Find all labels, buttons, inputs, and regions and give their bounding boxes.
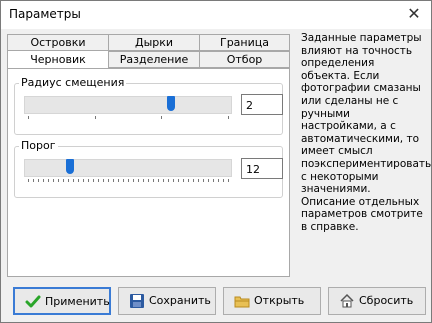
tab-selection[interactable]: Отбор bbox=[199, 51, 290, 68]
tab-holes[interactable]: Дырки bbox=[108, 34, 200, 51]
threshold-slider-track[interactable] bbox=[24, 159, 232, 177]
slider-tick bbox=[53, 179, 54, 182]
slider-tick bbox=[98, 179, 99, 182]
slider-tick bbox=[228, 179, 229, 182]
open-label: Открыть bbox=[254, 294, 305, 307]
slider-tick bbox=[168, 179, 169, 182]
save-button[interactable]: Сохранить bbox=[118, 287, 216, 315]
slider-tick bbox=[63, 179, 64, 182]
tab-separation[interactable]: Разделение bbox=[108, 51, 200, 68]
slider-tick bbox=[198, 179, 199, 182]
threshold-value-field[interactable]: 12 bbox=[241, 158, 283, 179]
slider-tick bbox=[133, 179, 134, 182]
slider-tick bbox=[218, 179, 219, 182]
threshold-slider-ticks bbox=[28, 179, 229, 183]
slider-tick bbox=[58, 179, 59, 182]
slider-tick bbox=[188, 179, 189, 182]
slider-tick bbox=[28, 179, 29, 182]
slider-tick bbox=[203, 179, 204, 182]
apply-label: Применить bbox=[45, 295, 110, 308]
slider-tick bbox=[48, 179, 49, 182]
slider-tick bbox=[161, 116, 163, 119]
tab-islands[interactable]: Островки bbox=[7, 34, 109, 51]
folder-icon bbox=[234, 296, 250, 308]
radius-slider-track[interactable] bbox=[24, 96, 232, 114]
slider-tick bbox=[138, 179, 139, 182]
apply-button[interactable]: Применить bbox=[13, 287, 111, 315]
slider-tick bbox=[88, 179, 89, 182]
slider-tick bbox=[178, 179, 179, 182]
slider-tick bbox=[208, 179, 209, 182]
slider-tick bbox=[38, 179, 39, 182]
title-bar: Параметры ✕ bbox=[1, 1, 431, 29]
slider-tick bbox=[228, 116, 229, 119]
threshold-slider-thumb[interactable] bbox=[66, 159, 74, 174]
settings-dialog: Параметры ✕ Островки Дырки Граница Черно… bbox=[0, 0, 432, 323]
slider-tick bbox=[108, 179, 109, 182]
tab-draft[interactable]: Черновик bbox=[7, 50, 109, 69]
home-icon bbox=[340, 293, 354, 308]
close-icon[interactable]: ✕ bbox=[403, 3, 425, 25]
slider-tick bbox=[94, 116, 96, 119]
slider-tick bbox=[223, 179, 224, 182]
slider-tick bbox=[113, 179, 114, 182]
radius-slider-ticks bbox=[28, 116, 229, 120]
description-text: Заданные параметры влияют на точность оп… bbox=[301, 32, 432, 233]
slider-tick bbox=[163, 179, 164, 182]
slider-tick bbox=[153, 179, 154, 182]
slider-tick bbox=[193, 179, 194, 182]
threshold-label: Порог bbox=[19, 139, 58, 152]
tab-strip: Островки Дырки Граница Черновик Разделен… bbox=[7, 34, 290, 69]
slider-tick bbox=[143, 179, 144, 182]
slider-tick bbox=[123, 179, 124, 182]
slider-tick bbox=[213, 179, 214, 182]
save-label: Сохранить bbox=[149, 294, 211, 307]
slider-tick bbox=[83, 179, 84, 182]
radius-label: Радиус смещения bbox=[19, 76, 127, 89]
radius-slider-thumb[interactable] bbox=[166, 96, 175, 111]
slider-tick bbox=[43, 179, 44, 182]
slider-tick bbox=[78, 179, 79, 182]
slider-tick bbox=[148, 179, 149, 182]
tab-border[interactable]: Граница bbox=[199, 34, 290, 51]
slider-tick bbox=[158, 179, 159, 182]
slider-tick bbox=[28, 116, 29, 119]
slider-tick bbox=[33, 179, 34, 182]
window-title: Параметры bbox=[9, 7, 81, 21]
slider-tick bbox=[183, 179, 184, 182]
open-button[interactable]: Открыть bbox=[223, 287, 321, 315]
slider-tick bbox=[68, 179, 69, 182]
floppy-icon bbox=[130, 294, 144, 308]
radius-value-field[interactable]: 2 bbox=[241, 94, 283, 115]
slider-tick bbox=[173, 179, 174, 182]
reset-button[interactable]: Сбросить bbox=[328, 287, 426, 315]
slider-tick bbox=[128, 179, 129, 182]
reset-label: Сбросить bbox=[359, 294, 414, 307]
slider-tick bbox=[103, 179, 104, 182]
checkmark-icon bbox=[25, 295, 41, 308]
slider-tick bbox=[118, 179, 119, 182]
slider-tick bbox=[93, 179, 94, 182]
slider-tick bbox=[73, 179, 74, 182]
